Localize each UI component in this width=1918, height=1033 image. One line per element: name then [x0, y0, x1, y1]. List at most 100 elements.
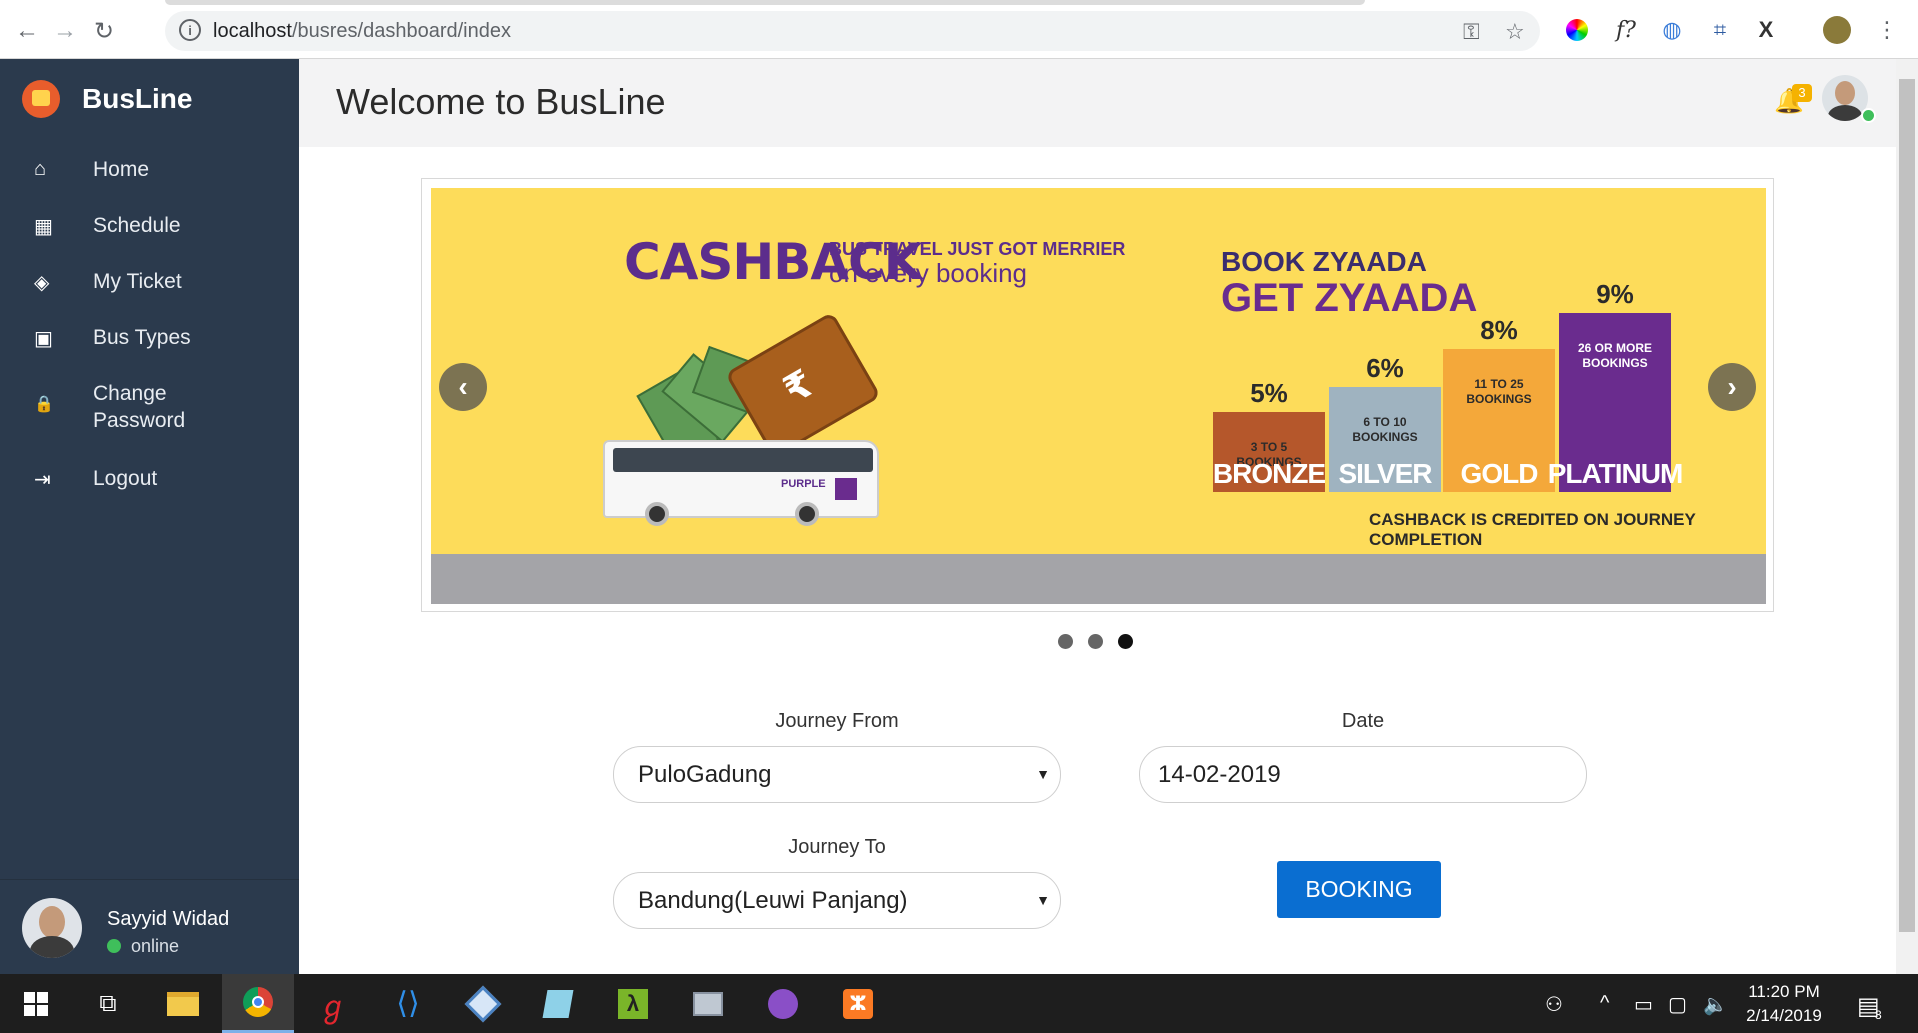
journey-to-label: Journey To: [788, 836, 886, 858]
tier-percent: 6%: [1366, 353, 1404, 383]
address-bar[interactable]: i localhost/busres/dashboard/index ⚿ ☆: [165, 11, 1540, 51]
chrome-icon[interactable]: [222, 974, 294, 1033]
vscode-icon[interactable]: ⟨⟩: [372, 974, 444, 1033]
bus-icon: ▣: [34, 328, 53, 350]
tier-percent: 8%: [1480, 315, 1518, 345]
sidebar-item-label: Logout: [93, 467, 158, 490]
sidebar-item-bus-types[interactable]: ▣ Bus Types: [0, 314, 299, 370]
sidebar-item-schedule[interactable]: ▦ Schedule: [0, 202, 299, 258]
taskbar-clock[interactable]: 11:20 PM 2/14/2019: [1729, 980, 1839, 1028]
tier-bar-platinum: 9% 26 OR MORE BOOKINGS PLATINUM: [1548, 279, 1683, 492]
lambda-app-icon[interactable]: λ: [597, 974, 669, 1033]
virtualbox-icon[interactable]: [447, 974, 519, 1033]
notification-badge: 3: [1792, 84, 1812, 102]
windows-taskbar: ⧉ ℊ ⟨⟩ λ ⵣ ⚇ ^ ▭ ▢ 🔈 11:20 PM 2/14/2019 …: [0, 974, 1918, 1033]
tier-bar-gold: 8% 11 TO 25 BOOKINGS GOLD: [1443, 315, 1555, 492]
key-icon[interactable]: ⚿: [1463, 19, 1480, 45]
site-info-icon[interactable]: i: [179, 19, 201, 41]
carousel-indicators: [1058, 634, 1133, 649]
clock-date: 2/14/2019: [1746, 1006, 1822, 1025]
carousel-prev-button[interactable]: ‹: [439, 363, 487, 411]
page-header: Welcome to BusLine 🔔 3: [299, 59, 1896, 147]
user-panel[interactable]: Sayyid Widad online: [0, 879, 299, 974]
tier-name: BRONZE: [1212, 458, 1326, 489]
network-monitor-icon[interactable]: [672, 974, 744, 1033]
x-icon[interactable]: X: [1752, 16, 1780, 44]
scroll-thumb[interactable]: [1899, 79, 1915, 932]
color-wheel-icon[interactable]: [1563, 16, 1591, 44]
chevron-down-icon: ▼: [1036, 766, 1050, 782]
xampp-icon[interactable]: ⵣ: [822, 974, 894, 1033]
road-strip: [431, 554, 1766, 604]
github-desktop-icon[interactable]: [747, 974, 819, 1033]
carousel-dot[interactable]: [1058, 634, 1073, 649]
sidebar-menu: ⌂ Home ▦ Schedule ◈ My Ticket ▣ Bus Type…: [0, 146, 299, 511]
people-icon[interactable]: ⚇: [1545, 992, 1563, 1017]
date-input[interactable]: 14-02-2019: [1139, 746, 1587, 803]
tier-bar-silver: 6% 6 TO 10 BOOKINGS SILVER: [1329, 353, 1441, 492]
forward-icon[interactable]: →: [48, 14, 82, 48]
bookmark-star-icon[interactable]: ☆: [1505, 19, 1525, 45]
bus-brand: PURPLE: [781, 478, 826, 490]
sidebar-item-my-ticket[interactable]: ◈ My Ticket: [0, 258, 299, 314]
lock-icon: 🔒: [34, 396, 54, 413]
journey-from-label: Journey From: [775, 710, 899, 732]
user-status-text: online: [131, 936, 180, 956]
journey-to-select[interactable]: Bandung(Leuwi Panjang) ▼: [613, 872, 1061, 929]
carousel-slide[interactable]: CASHBACK BUS TRAVEL JUST GOT MERRIER on …: [431, 188, 1766, 604]
tier-name: SILVER: [1338, 458, 1432, 489]
sidebar-item-label: Schedule: [93, 214, 181, 237]
chevron-down-icon: ▼: [1036, 892, 1050, 908]
tier-range: 26 OR MORE BOOKINGS: [1577, 341, 1652, 370]
clock-time: 11:20 PM: [1748, 982, 1820, 1001]
file-explorer-icon[interactable]: [147, 974, 219, 1033]
carousel-dot[interactable]: [1118, 634, 1133, 649]
crop-icon[interactable]: ⌗: [1706, 16, 1734, 44]
sidebar-item-label: Bus Types: [93, 326, 191, 349]
notepad-icon[interactable]: [522, 974, 594, 1033]
garena-icon[interactable]: ℊ: [297, 974, 369, 1033]
browser-toolbar: ← → ↻ i localhost/busres/dashboard/index…: [0, 0, 1918, 59]
sidebar-item-label: Home: [93, 158, 150, 181]
menu-kebab-icon[interactable]: ⋮: [1873, 16, 1901, 44]
journey-from-select[interactable]: PuloGadung ▼: [613, 746, 1061, 803]
online-dot-icon: [1861, 108, 1876, 123]
tray-expand-icon[interactable]: ^: [1600, 992, 1609, 1015]
sidebar-item-home[interactable]: ⌂ Home: [0, 146, 299, 202]
tier-name: GOLD: [1460, 458, 1539, 489]
reload-icon[interactable]: ↻: [87, 14, 121, 48]
globe-icon[interactable]: ◍: [1658, 16, 1686, 44]
home-icon: ⌂: [34, 158, 47, 180]
calendar-icon: ▦: [34, 216, 53, 238]
url-host: localhost: [213, 20, 292, 42]
action-center-badge: 3: [1875, 1008, 1882, 1022]
date-value: 14-02-2019: [1158, 760, 1281, 788]
battery-icon[interactable]: ▭: [1634, 992, 1653, 1017]
page-title: Welcome to BusLine: [336, 81, 666, 122]
font-identifier-icon[interactable]: f?: [1612, 16, 1640, 44]
booking-button[interactable]: BOOKING: [1277, 861, 1441, 918]
carousel-next-button[interactable]: ›: [1708, 363, 1756, 411]
network-icon[interactable]: ▢: [1668, 992, 1687, 1017]
page-scrollbar[interactable]: [1896, 59, 1918, 974]
volume-icon[interactable]: 🔈: [1703, 992, 1728, 1017]
sidebar: BusLine ⌂ Home ▦ Schedule ◈ My Ticket ▣ …: [0, 59, 299, 974]
cashback-note: CASHBACK IS CREDITED ON JOURNEY COMPLETI…: [1369, 510, 1696, 549]
sidebar-item-change-password[interactable]: 🔒 Change Password: [0, 370, 299, 455]
sidebar-item-label: Change Password: [93, 382, 186, 432]
profile-avatar-icon[interactable]: [1823, 16, 1851, 44]
tab-strip: [165, 0, 1365, 5]
sidebar-item-logout[interactable]: ⇥ Logout: [0, 455, 299, 511]
carousel-dot[interactable]: [1088, 634, 1103, 649]
cashback-subtitle: on every booking: [829, 258, 1028, 288]
start-button[interactable]: [0, 974, 72, 1033]
promo-line1: BOOK ZYAADA: [1221, 246, 1427, 277]
brand[interactable]: BusLine: [0, 59, 299, 139]
tier-range: 6 TO 10 BOOKINGS: [1352, 415, 1418, 444]
task-view-icon[interactable]: ⧉: [72, 974, 144, 1033]
back-icon[interactable]: ←: [10, 14, 44, 48]
tier-bar-bronze: 5% 3 TO 5 BOOKINGS BRONZE: [1212, 378, 1326, 492]
windows-logo-icon: [24, 991, 48, 1016]
brand-name: BusLine: [82, 83, 193, 114]
user-name: Sayyid Widad: [107, 908, 230, 930]
